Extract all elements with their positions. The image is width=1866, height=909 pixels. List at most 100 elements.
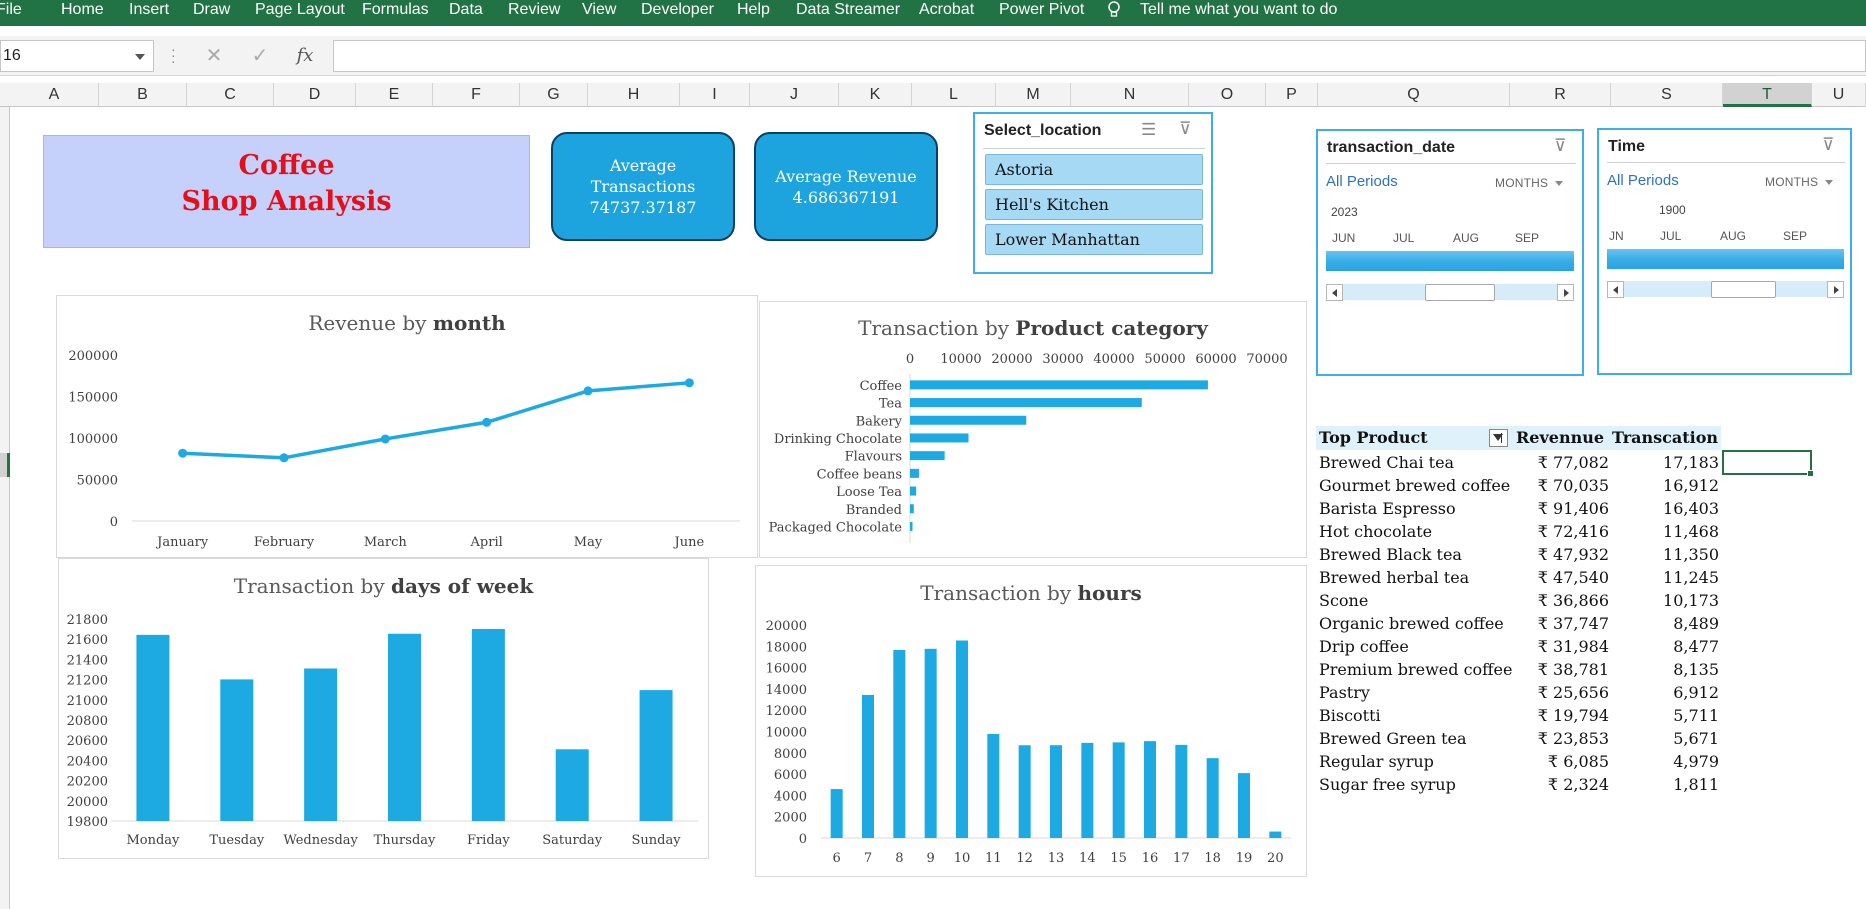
timeline-month[interactable]: AUG bbox=[1453, 231, 1479, 245]
header-revenue[interactable]: Revennue bbox=[1512, 426, 1612, 450]
enter-icon[interactable]: ✓ bbox=[245, 42, 275, 70]
scroll-right-icon[interactable] bbox=[1827, 281, 1844, 298]
table-row[interactable]: Pastry ₹ 25,656 6,912 bbox=[1316, 681, 1721, 704]
clear-filter-icon[interactable]: ⊽ bbox=[1179, 119, 1191, 139]
clear-filter-icon[interactable]: ⊽ bbox=[1822, 135, 1834, 155]
cell-transactions: 6,912 bbox=[1673, 683, 1719, 702]
tab-home[interactable]: Home bbox=[61, 0, 104, 22]
clear-filter-icon[interactable]: ⊽ bbox=[1554, 136, 1566, 156]
tab-data-streamer[interactable]: Data Streamer bbox=[796, 0, 900, 22]
chevron-down-icon[interactable] bbox=[135, 54, 145, 60]
table-row[interactable]: Brewed Chai tea ₹ 77,082 17,183 bbox=[1316, 451, 1721, 474]
filter-icon[interactable] bbox=[1489, 429, 1508, 447]
column-header-l[interactable]: L bbox=[912, 83, 996, 107]
scroll-right-icon[interactable] bbox=[1557, 284, 1574, 301]
timeline-month[interactable]: JUN bbox=[1332, 231, 1355, 245]
table-row[interactable]: Hot chocolate ₹ 72,416 11,468 bbox=[1316, 520, 1721, 543]
column-header-q[interactable]: Q bbox=[1318, 83, 1510, 107]
tab-insert[interactable]: Insert bbox=[129, 0, 169, 22]
tab-page-layout[interactable]: Page Layout bbox=[255, 0, 345, 22]
timeline-month[interactable]: AUG bbox=[1720, 229, 1746, 243]
cell-transactions: 16,912 bbox=[1663, 476, 1719, 495]
tab-file[interactable]: File bbox=[0, 0, 22, 22]
column-header-u[interactable]: U bbox=[1812, 83, 1866, 107]
cell-product: Brewed Black tea bbox=[1319, 545, 1462, 564]
column-header-h[interactable]: H bbox=[588, 83, 680, 107]
timeline-month[interactable]: JUL bbox=[1393, 231, 1414, 245]
timeline-month[interactable]: SEP bbox=[1515, 231, 1539, 245]
selected-row-header[interactable] bbox=[0, 453, 10, 477]
tab-developer[interactable]: Developer bbox=[641, 0, 714, 22]
table-row[interactable]: Premium brewed coffee ₹ 38,781 8,135 bbox=[1316, 658, 1721, 681]
chart-transaction-by-hours[interactable]: Transaction by hours 0 2000 4000 6000 8000 10… bbox=[755, 565, 1307, 877]
timeline-selected-bar[interactable] bbox=[1326, 251, 1574, 271]
tab-acrobat[interactable]: Acrobat bbox=[919, 0, 974, 22]
scroll-thumb[interactable] bbox=[1425, 284, 1495, 301]
tab-review[interactable]: Review bbox=[508, 0, 560, 22]
y-tick-label: 6000 bbox=[774, 768, 807, 783]
timeline-selected-bar[interactable] bbox=[1607, 249, 1844, 269]
name-box[interactable]: 16 bbox=[0, 40, 154, 72]
table-row[interactable]: Barista Espresso ₹ 91,406 16,403 bbox=[1316, 497, 1721, 520]
cancel-icon[interactable]: ✕ bbox=[199, 42, 229, 70]
table-row[interactable]: Brewed Black tea ₹ 47,932 11,350 bbox=[1316, 543, 1721, 566]
column-header-c[interactable]: C bbox=[187, 83, 274, 107]
chart-revenue-by-month[interactable]: Revenue by month 0 50000 100000 150000 20000… bbox=[56, 295, 758, 558]
tab-formulas[interactable]: Formulas bbox=[362, 0, 429, 22]
column-header-r[interactable]: R bbox=[1510, 83, 1611, 107]
formula-input[interactable] bbox=[333, 40, 1866, 72]
table-row[interactable]: Biscotti ₹ 19,794 5,711 bbox=[1316, 704, 1721, 727]
table-row[interactable]: Regular syrup ₹ 6,085 4,979 bbox=[1316, 750, 1721, 773]
header-transactions[interactable]: Transcation bbox=[1612, 426, 1721, 450]
tab-data[interactable]: Data bbox=[449, 0, 483, 22]
scroll-left-icon[interactable] bbox=[1607, 281, 1624, 298]
table-row[interactable]: Brewed Green tea ₹ 23,853 5,671 bbox=[1316, 727, 1721, 750]
table-row[interactable]: Gourmet brewed coffee ₹ 70,035 16,912 bbox=[1316, 474, 1721, 497]
table-row[interactable]: Organic brewed coffee ₹ 37,747 8,489 bbox=[1316, 612, 1721, 635]
column-header-f[interactable]: F bbox=[433, 83, 520, 107]
drag-handle-icon[interactable]: · · · bbox=[171, 42, 176, 68]
chart-transaction-by-product-category[interactable]: Transaction by Product category 0 10000 20… bbox=[759, 301, 1307, 558]
tab-power-pivot[interactable]: Power Pivot bbox=[999, 0, 1084, 22]
column-header-g[interactable]: G bbox=[520, 83, 588, 107]
time-level-dropdown[interactable]: MONTHS bbox=[1495, 176, 1564, 190]
column-header-j[interactable]: J bbox=[750, 83, 839, 107]
slicer-item-astoria[interactable]: Astoria bbox=[985, 154, 1203, 185]
chart-transaction-by-days-of-week[interactable]: Transaction by days of week 19800 20000 20… bbox=[58, 558, 709, 859]
active-cell[interactable] bbox=[1722, 450, 1814, 477]
scroll-thumb[interactable] bbox=[1711, 281, 1776, 298]
bar bbox=[893, 649, 906, 838]
multi-select-icon[interactable]: ☰ bbox=[1141, 120, 1156, 140]
cell-transactions: 10,173 bbox=[1663, 591, 1719, 610]
column-header-b[interactable]: B bbox=[99, 83, 187, 107]
header-top-product[interactable]: Top Product bbox=[1316, 426, 1512, 450]
column-header-n[interactable]: N bbox=[1071, 83, 1189, 107]
insert-function-icon[interactable]: fx bbox=[290, 42, 320, 70]
slicer-item-lower-manhattan[interactable]: Lower Manhattan bbox=[985, 224, 1203, 255]
column-header-m[interactable]: M bbox=[996, 83, 1071, 107]
tab-draw[interactable]: Draw bbox=[193, 0, 230, 22]
column-header-s[interactable]: S bbox=[1611, 83, 1723, 107]
scroll-left-icon[interactable] bbox=[1326, 284, 1343, 301]
column-header-a[interactable]: A bbox=[10, 83, 99, 107]
column-header-p[interactable]: P bbox=[1266, 83, 1318, 107]
table-row[interactable]: Sugar free syrup ₹ 2,324 1,811 bbox=[1316, 773, 1721, 796]
column-header-e[interactable]: E bbox=[356, 83, 433, 107]
table-row[interactable]: Drip coffee ₹ 31,984 8,477 bbox=[1316, 635, 1721, 658]
slicer-item-hells-kitchen[interactable]: Hell's Kitchen bbox=[985, 189, 1203, 220]
row-headers[interactable] bbox=[0, 107, 10, 909]
timeline-month[interactable]: JN bbox=[1609, 229, 1624, 243]
column-header-d[interactable]: D bbox=[274, 83, 356, 107]
tab-help[interactable]: Help bbox=[737, 0, 770, 22]
bar bbox=[910, 451, 945, 461]
column-header-i[interactable]: I bbox=[680, 83, 750, 107]
time-level-dropdown[interactable]: MONTHS bbox=[1765, 175, 1834, 189]
column-header-k[interactable]: K bbox=[839, 83, 912, 107]
timeline-month[interactable]: SEP bbox=[1783, 229, 1807, 243]
table-row[interactable]: Scone ₹ 36,866 10,173 bbox=[1316, 589, 1721, 612]
timeline-month[interactable]: JUL bbox=[1660, 229, 1681, 243]
column-header-o[interactable]: O bbox=[1189, 83, 1266, 107]
tab-view[interactable]: View bbox=[582, 0, 616, 22]
table-row[interactable]: Brewed herbal tea ₹ 47,540 11,245 bbox=[1316, 566, 1721, 589]
column-header-t[interactable]: T bbox=[1723, 83, 1812, 107]
